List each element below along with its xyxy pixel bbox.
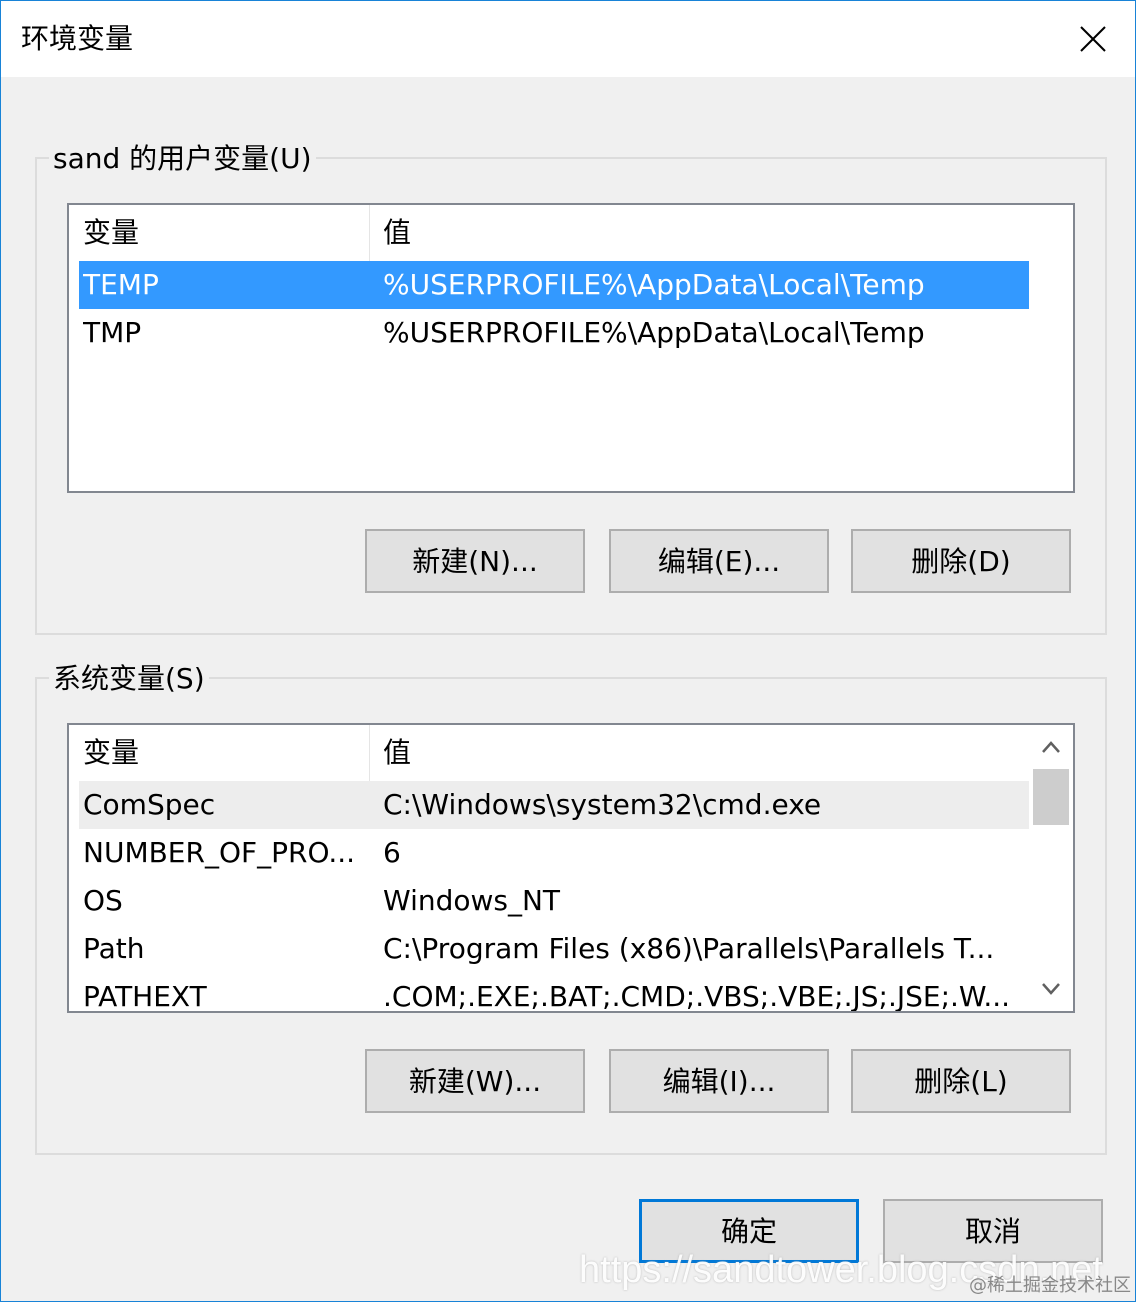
column-divider[interactable] — [369, 205, 370, 261]
environment-variables-dialog: 环境变量 sand 的用户变量(U) 变量 值 TEMP %USERPROFIL… — [0, 0, 1136, 1302]
variable-value: C:\Program Files (x86)\Parallels\Paralle… — [383, 932, 995, 965]
user-delete-button[interactable]: 删除(D) — [851, 529, 1071, 593]
column-divider[interactable] — [369, 725, 370, 781]
user-new-button[interactable]: 新建(N)... — [365, 529, 585, 593]
table-row[interactable]: PATHEXT .COM;.EXE;.BAT;.CMD;.VBS;.VBE;.J… — [79, 973, 1029, 1013]
table-row[interactable]: OS Windows_NT — [79, 877, 1029, 925]
list-header: 变量 值 — [69, 205, 1027, 261]
variable-value: 6 — [383, 836, 401, 869]
user-variables-list[interactable]: 变量 值 TEMP %USERPROFILE%\AppData\Local\Te… — [67, 203, 1075, 493]
variable-value: C:\Windows\system32\cmd.exe — [383, 788, 822, 821]
variable-name: TEMP — [83, 268, 159, 301]
table-row[interactable]: NUMBER_OF_PRO... 6 — [79, 829, 1029, 877]
variable-name: TMP — [83, 316, 142, 349]
variable-value: .COM;.EXE;.BAT;.CMD;.VBS;.VBE;.JS;.JSE;.… — [383, 980, 1011, 1013]
close-icon — [1080, 26, 1106, 52]
system-variables-list[interactable]: 变量 值 ComSpec C:\Windows\system32\cmd.exe… — [67, 723, 1075, 1013]
variable-name: NUMBER_OF_PRO... — [83, 836, 356, 869]
chevron-up-icon — [1042, 741, 1060, 753]
scrollbar-thumb[interactable] — [1033, 769, 1069, 825]
table-row[interactable]: TEMP %USERPROFILE%\AppData\Local\Temp — [79, 261, 1029, 309]
variable-name: Path — [83, 932, 145, 965]
vertical-scrollbar[interactable] — [1029, 725, 1073, 1011]
table-row[interactable]: ComSpec C:\Windows\system32\cmd.exe — [79, 781, 1029, 829]
list-header: 变量 值 — [69, 725, 1027, 781]
variable-value: %USERPROFILE%\AppData\Local\Temp — [383, 316, 925, 349]
window-title: 环境变量 — [21, 22, 134, 55]
variable-name: OS — [83, 884, 123, 917]
chevron-down-icon — [1042, 983, 1060, 995]
variable-value: %USERPROFILE%\AppData\Local\Temp — [383, 268, 925, 301]
user-edit-button[interactable]: 编辑(E)... — [609, 529, 829, 593]
column-header-variable[interactable]: 变量 — [83, 725, 139, 781]
user-variables-label: sand 的用户变量(U) — [49, 139, 316, 179]
title-bar: 环境变量 — [1, 1, 1135, 77]
column-header-variable[interactable]: 变量 — [83, 205, 139, 261]
table-row[interactable]: Path C:\Program Files (x86)\Parallels\Pa… — [79, 925, 1029, 973]
variable-value: Windows_NT — [383, 884, 561, 917]
table-row[interactable]: TMP %USERPROFILE%\AppData\Local\Temp — [79, 309, 1029, 357]
system-variables-label: 系统变量(S) — [49, 659, 209, 699]
system-new-button[interactable]: 新建(W)... — [365, 1049, 585, 1113]
variable-name: ComSpec — [83, 788, 216, 821]
scroll-down-button[interactable] — [1029, 967, 1073, 1011]
scroll-up-button[interactable] — [1029, 725, 1073, 769]
system-delete-button[interactable]: 删除(L) — [851, 1049, 1071, 1113]
variable-name: PATHEXT — [83, 980, 207, 1013]
close-button[interactable] — [1051, 1, 1135, 77]
watermark-credit: @稀土掘金技术社区 — [969, 1275, 1131, 1296]
column-header-value[interactable]: 值 — [383, 725, 411, 781]
system-edit-button[interactable]: 编辑(I)... — [609, 1049, 829, 1113]
column-header-value[interactable]: 值 — [383, 205, 411, 261]
